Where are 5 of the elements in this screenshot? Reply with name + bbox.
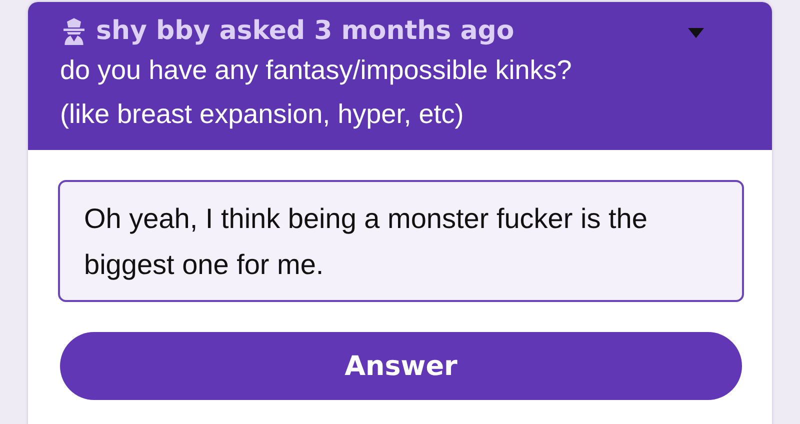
asker-label: shy bby asked 3 months ago [96,16,516,46]
caret-icon[interactable] [688,28,704,38]
answer-button[interactable]: Answer [60,332,742,400]
question-text: do you have any fantasy/impossible kinks? (like breast expansion, hyper, etc) [60,54,573,131]
answer-field[interactable]: Oh yeah, I think being a monster fucker is the biggest one for me. [58,180,744,302]
